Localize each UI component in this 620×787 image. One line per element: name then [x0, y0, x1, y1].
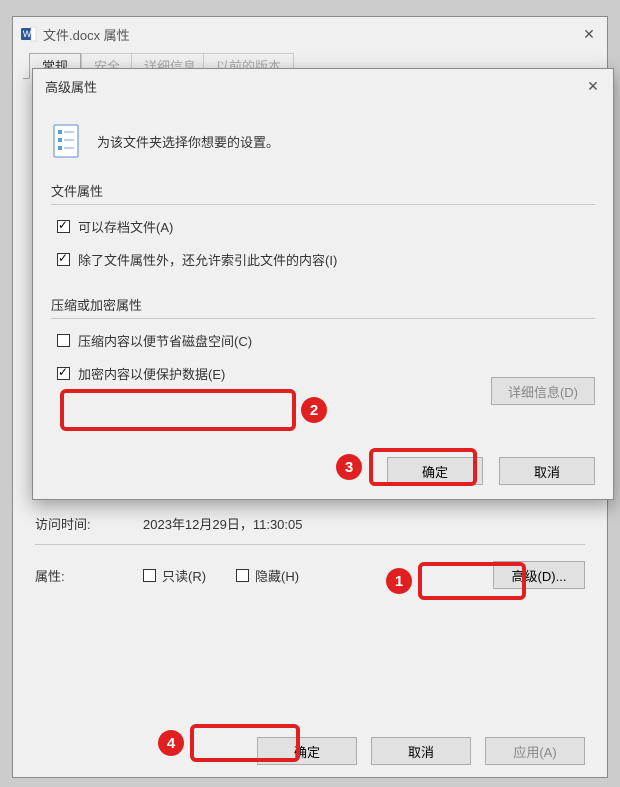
- dialog-buttons: 确定 取消: [387, 457, 595, 485]
- checkbox-icon: [57, 253, 70, 266]
- titlebar[interactable]: W 文件.docx 属性 ✕: [13, 17, 607, 51]
- cancel-button[interactable]: 取消: [499, 457, 595, 485]
- file-attr-group-label: 文件属性: [51, 181, 595, 200]
- ok-button[interactable]: 确定: [257, 737, 357, 765]
- parent-buttons: 确定 取消 应用(A): [257, 737, 585, 765]
- window-title: 文件.docx 属性: [43, 25, 581, 44]
- compress-label: 压缩内容以便节省磁盘空间(C): [78, 331, 252, 350]
- attributes-label: 属性:: [35, 566, 143, 585]
- cancel-button[interactable]: 取消: [371, 737, 471, 765]
- archive-label: 可以存档文件(A): [78, 217, 173, 236]
- hidden-checkbox[interactable]: 隐藏(H): [236, 566, 299, 585]
- annotation-step-4: 4: [158, 730, 184, 756]
- dialog-description: 为该文件夹选择你想要的设置。: [97, 132, 279, 151]
- checkbox-icon: [57, 334, 70, 347]
- advanced-button[interactable]: 高级(D)...: [493, 561, 585, 589]
- compress-group-label: 压缩或加密属性: [51, 295, 595, 314]
- access-time-value: 2023年12月29日，11:30:05: [143, 514, 585, 533]
- word-icon: W: [21, 26, 37, 42]
- readonly-label: 只读(R): [162, 566, 206, 585]
- dialog-title: 高级属性: [45, 77, 585, 96]
- titlebar[interactable]: 高级属性 ✕: [33, 69, 613, 103]
- apply-button[interactable]: 应用(A): [485, 737, 585, 765]
- checkbox-icon: [57, 367, 70, 380]
- close-icon[interactable]: ✕: [585, 78, 601, 95]
- divider: [35, 544, 585, 545]
- ok-button[interactable]: 确定: [387, 457, 483, 485]
- dialog-body: 为该文件夹选择你想要的设置。 文件属性 可以存档文件(A) 除了文件属性外，还允…: [51, 123, 595, 485]
- encrypt-label: 加密内容以便保护数据(E): [78, 364, 225, 383]
- annotation-step-3: 3: [336, 454, 362, 480]
- svg-text:W: W: [23, 29, 32, 39]
- close-icon[interactable]: ✕: [581, 26, 597, 43]
- index-checkbox[interactable]: 除了文件属性外，还允许索引此文件的内容(I): [57, 250, 595, 269]
- checkbox-icon: [236, 569, 249, 582]
- divider: [51, 318, 595, 319]
- checkbox-icon: [143, 569, 156, 582]
- divider: [51, 204, 595, 205]
- hidden-label: 隐藏(H): [255, 566, 299, 585]
- archive-checkbox[interactable]: 可以存档文件(A): [57, 217, 595, 236]
- annotation-step-1: 1: [386, 568, 412, 594]
- readonly-checkbox[interactable]: 只读(R): [143, 566, 206, 585]
- checkbox-icon: [57, 220, 70, 233]
- details-button[interactable]: 详细信息(D): [491, 377, 595, 405]
- index-label: 除了文件属性外，还允许索引此文件的内容(I): [78, 250, 337, 269]
- annotation-step-2: 2: [301, 397, 327, 423]
- advanced-attributes-dialog: 高级属性 ✕ 为该文件夹选择你想要的设置。 文件属性 可以存档文件(A) 除了文…: [32, 68, 614, 500]
- access-time-label: 访问时间:: [35, 514, 143, 533]
- settings-sheet-icon: [51, 123, 83, 159]
- compress-checkbox[interactable]: 压缩内容以便节省磁盘空间(C): [57, 331, 595, 350]
